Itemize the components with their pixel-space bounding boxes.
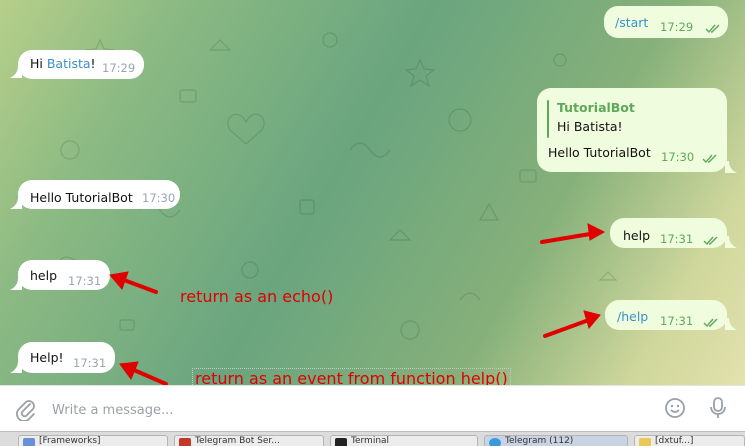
arrow-to-help-out [540,232,592,244]
taskbar-item-telegram[interactable]: Telegram (112) [484,435,628,446]
taskbar: [Frameworks] Telegram Bot Ser... Termina… [0,431,745,446]
arrow-to-help-command [543,319,588,338]
annotation-echo: return as an echo() [180,287,334,306]
microphone-icon[interactable] [708,396,728,420]
arrow-to-help-in-head [109,271,129,290]
arrow-to-help-in [122,278,158,294]
arrow-to-help-out-head [587,223,606,241]
message-input[interactable] [50,398,634,422]
arrow-to-help-reply [132,368,168,385]
message-composer [0,385,745,432]
taskbar-item-other[interactable]: [dxtuf...] [634,435,745,446]
taskbar-item-frameworks[interactable]: [Frameworks] [18,435,168,446]
paperclip-icon[interactable] [14,397,36,421]
annotation-event: return as an event from function help() [192,368,511,385]
arrow-to-help-command-head [583,310,601,330]
taskbar-item-terminal[interactable]: Terminal [330,435,478,446]
smiley-icon[interactable] [664,397,686,419]
taskbar-item-bot-server[interactable]: Telegram Bot Ser... [174,435,324,446]
chat-area: /start 17:29 Hi Batista! 17:29 TutorialB… [0,0,745,385]
annotation-arrows [109,223,606,385]
